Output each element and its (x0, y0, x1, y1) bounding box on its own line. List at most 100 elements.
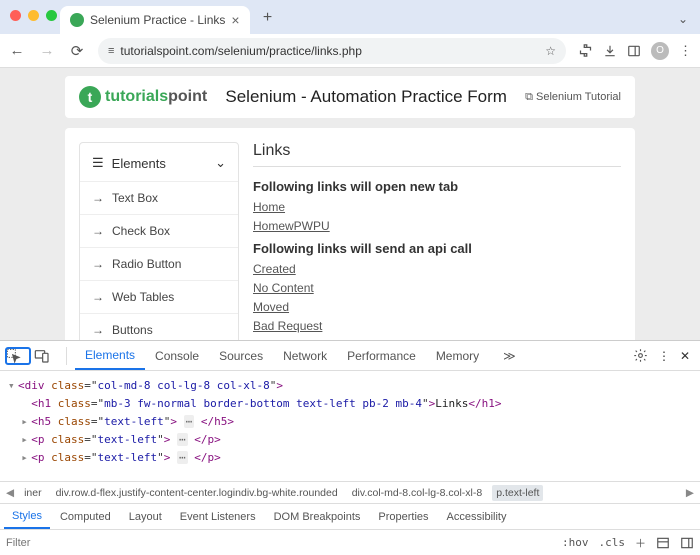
sidebar-item-label: Buttons (112, 323, 153, 337)
styles-tab[interactable]: Computed (52, 504, 119, 529)
sidebar-item[interactable]: → Web Tables (80, 280, 238, 313)
sidebar-item[interactable]: → Buttons (80, 313, 238, 340)
styles-filter-input[interactable] (6, 537, 552, 549)
breadcrumb-item[interactable]: div.row.d-flex.justify-content-center.lo… (52, 485, 342, 501)
devtools-tabbar: ElementsConsoleSourcesNetworkPerformance… (0, 341, 700, 371)
forward-button[interactable]: → (38, 42, 56, 59)
content-link[interactable]: No Content (253, 281, 621, 295)
close-window-button[interactable] (10, 10, 21, 21)
favicon-icon (70, 13, 84, 27)
content-link[interactable]: Home (253, 200, 621, 214)
styles-tab[interactable]: Event Listeners (172, 504, 264, 529)
maximize-window-button[interactable] (46, 10, 57, 21)
extensions-icon[interactable] (578, 43, 593, 58)
side-panel-icon[interactable] (627, 44, 641, 58)
devtools-tab[interactable]: Memory (426, 341, 489, 370)
address-bar[interactable]: ≡ tutorialspoint.com/selenium/practice/l… (98, 38, 566, 64)
breadcrumb-item[interactable]: iner (20, 485, 46, 501)
site-settings-icon[interactable]: ≡ (108, 45, 114, 57)
page-header: t tutorialspoint Selenium - Automation P… (65, 76, 635, 118)
logo-badge-icon: t (79, 86, 101, 108)
styles-tab[interactable]: Styles (4, 504, 50, 529)
devtools-tab[interactable]: Elements (75, 341, 145, 370)
breadcrumb-item[interactable]: div.col-md-8.col-lg-8.col-xl-8 (348, 485, 487, 501)
site-logo[interactable]: t tutorialspoint (79, 86, 207, 108)
chevron-down-icon: ⌄ (215, 155, 226, 171)
computed-panel-icon[interactable] (656, 536, 670, 550)
tutorial-link[interactable]: ⧉ Selenium Tutorial (525, 91, 621, 104)
dom-line[interactable]: ▸<p class="text-left"> ⋯ </p> (8, 431, 692, 449)
menu-icon[interactable]: ⋮ (679, 43, 692, 59)
more-icon[interactable]: ⋮ (658, 349, 670, 363)
content-link[interactable]: HomewPWPU (253, 219, 621, 233)
sidebar-item[interactable]: → Text Box (80, 181, 238, 214)
styles-tabbar: StylesComputedLayoutEvent ListenersDOM B… (0, 503, 700, 529)
close-tab-icon[interactable]: × (231, 12, 239, 28)
sidebar-item-label: Radio Button (112, 257, 181, 271)
content-heading: Links (253, 142, 621, 167)
styles-filterbar: :hov .cls ＋ (0, 529, 700, 555)
url-text: tutorialspoint.com/selenium/practice/lin… (120, 44, 361, 58)
styles-tab[interactable]: Accessibility (439, 504, 515, 529)
dom-tree[interactable]: ▾<div class="col-md-8 col-lg-8 col-xl-8"… (0, 371, 700, 481)
devtools-panel: ElementsConsoleSourcesNetworkPerformance… (0, 340, 700, 555)
browser-toolbar: ← → ⟳ ≡ tutorialspoint.com/selenium/prac… (0, 34, 700, 68)
breadcrumb-item[interactable]: p.text-left (492, 485, 543, 501)
dom-breadcrumb: ◀ iner div.row.d-flex.justify-content-cen… (0, 481, 700, 503)
arrow-right-icon: → (92, 191, 104, 205)
devtools-tab[interactable]: Console (145, 341, 209, 370)
dom-line[interactable]: ▸<h5 class="text-left"> ⋯ </h5> (8, 413, 692, 431)
toggle-sidebar-icon[interactable] (680, 536, 694, 550)
chevron-down-icon[interactable]: ⌄ (678, 12, 688, 26)
content-link[interactable]: Moved (253, 300, 621, 314)
dom-line[interactable]: <h1 class="mb-3 fw-normal border-bottom … (8, 395, 692, 413)
arrow-right-icon: → (92, 290, 104, 304)
content-link[interactable]: Bad Request (253, 319, 621, 333)
device-toolbar-icon[interactable] (34, 348, 58, 364)
download-icon[interactable] (603, 44, 617, 58)
new-tab-button[interactable]: + (258, 8, 278, 28)
hamburger-icon: ☰ (92, 155, 104, 171)
breadcrumb-left-icon[interactable]: ◀ (4, 487, 16, 499)
breadcrumb-right-icon[interactable]: ▶ (684, 487, 696, 499)
styles-tab[interactable]: Properties (370, 504, 436, 529)
devtools-tab[interactable]: Network (273, 341, 337, 370)
sidebar-item-label: Text Box (112, 191, 158, 205)
devtools-tab[interactable]: Sources (209, 341, 273, 370)
sidebar: ☰ Elements ⌄ → Text Box → Check Box → Radio B… (79, 142, 239, 340)
content-link[interactable]: Created (253, 262, 621, 276)
section-heading: Following links will send an api call (253, 241, 621, 256)
page-title: Selenium - Automation Practice Form (219, 87, 513, 107)
devtools-tab[interactable]: Performance (337, 341, 426, 370)
new-style-rule-icon[interactable]: ＋ (635, 535, 646, 551)
back-button[interactable]: ← (8, 42, 26, 59)
profile-avatar[interactable]: O (651, 42, 669, 60)
browser-tabstrip: Selenium Practice - Links × + ⌄ (0, 0, 700, 34)
inspect-element-icon[interactable] (6, 348, 30, 364)
dom-line[interactable]: ▸<p class="text-left"> ⋯ </p> (8, 449, 692, 467)
browser-tab[interactable]: Selenium Practice - Links × (60, 6, 250, 34)
dom-line[interactable]: ▾<div class="col-md-8 col-lg-8 col-xl-8"… (8, 377, 692, 395)
arrow-right-icon: → (92, 257, 104, 271)
minimize-window-button[interactable] (28, 10, 39, 21)
cls-toggle[interactable]: .cls (599, 536, 626, 549)
main-content: Links Following links will open new tab … (253, 142, 621, 340)
reload-button[interactable]: ⟳ (68, 42, 86, 60)
external-link-icon: ⧉ (525, 91, 533, 104)
arrow-right-icon: → (92, 224, 104, 238)
page-viewport: t tutorialspoint Selenium - Automation P… (0, 68, 700, 340)
devtools-overflow[interactable]: ≫ (493, 341, 526, 370)
bookmark-icon[interactable]: ☆ (545, 44, 556, 58)
sidebar-item-label: Check Box (112, 224, 170, 238)
sidebar-item-label: Web Tables (112, 290, 174, 304)
hov-toggle[interactable]: :hov (562, 536, 589, 549)
sidebar-item[interactable]: → Check Box (80, 214, 238, 247)
styles-tab[interactable]: Layout (121, 504, 170, 529)
close-devtools-icon[interactable]: ✕ (680, 349, 690, 363)
styles-tab[interactable]: DOM Breakpoints (266, 504, 369, 529)
arrow-right-icon: → (92, 323, 104, 337)
sidebar-item[interactable]: → Radio Button (80, 247, 238, 280)
settings-icon[interactable] (633, 348, 648, 363)
tab-title: Selenium Practice - Links (90, 13, 225, 27)
sidebar-header[interactable]: ☰ Elements ⌄ (80, 145, 238, 181)
